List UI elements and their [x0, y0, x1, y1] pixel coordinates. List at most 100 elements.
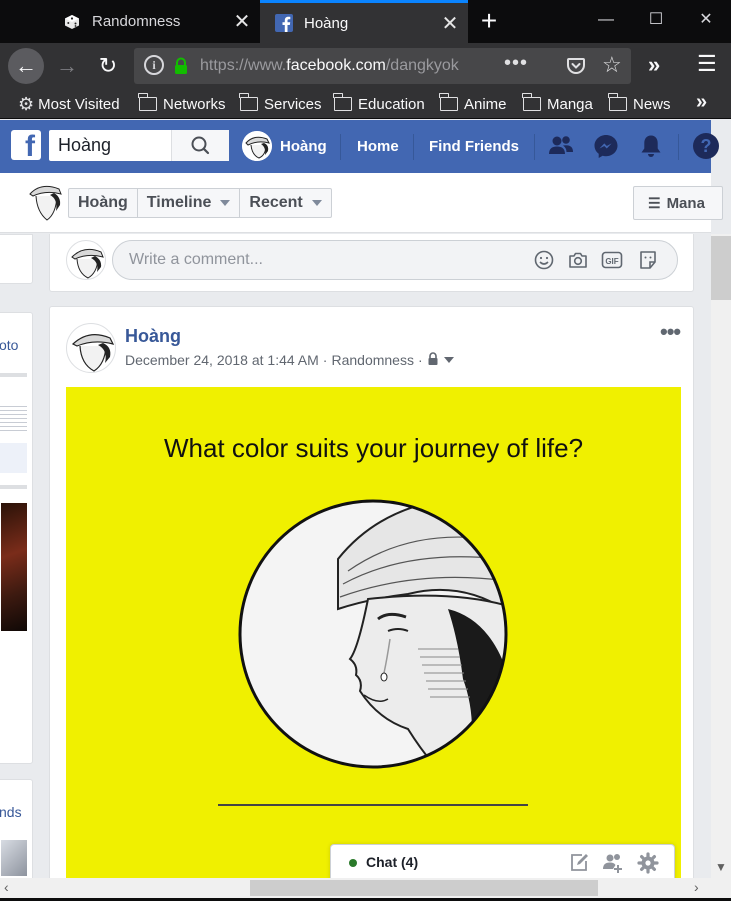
thumbnail[interactable]	[0, 443, 27, 473]
close-tab-icon[interactable]: ✕	[224, 9, 260, 34]
help-icon[interactable]: ?	[693, 133, 719, 159]
url-text[interactable]: https://www.facebook.com/dangkyok	[200, 57, 490, 77]
page-actions-icon[interactable]: •••	[504, 52, 528, 75]
avatar[interactable]	[66, 240, 106, 280]
sidebar-link-fragment[interactable]: oto	[0, 337, 18, 353]
chevron-down-icon	[220, 200, 231, 206]
search-input[interactable]: Hoàng	[58, 135, 111, 156]
bookmark-label: Services	[264, 95, 322, 113]
bookmark-label: Networks	[163, 95, 226, 113]
info-icon[interactable]: i	[144, 55, 164, 75]
chevron-down-icon[interactable]	[443, 357, 454, 363]
image-caption: What color suits your journey of life?	[163, 433, 584, 463]
scrollbar-corner	[711, 878, 731, 898]
window-controls: — ☐ ✕	[581, 0, 731, 43]
tab-title: Randomness	[92, 13, 181, 30]
bookmark-most-visited[interactable]: ⚙ Most Visited	[18, 93, 120, 115]
lock-icon[interactable]	[173, 57, 189, 75]
folder-icon	[522, 93, 541, 111]
photo-thumbnail[interactable]	[1, 840, 27, 876]
friend-requests-icon[interactable]	[548, 133, 574, 164]
bookmark-label: Manga	[547, 95, 593, 113]
avatar[interactable]	[242, 131, 272, 161]
more-options-icon[interactable]: •••	[660, 319, 681, 345]
add-friends-to-chat-icon[interactable]	[602, 852, 624, 874]
timeline-dropdown[interactable]: Timeline	[138, 189, 241, 217]
bookmark-news[interactable]: News	[608, 93, 671, 115]
bookmark-networks[interactable]: Networks	[138, 93, 226, 115]
overflow-menu-icon[interactable]: »	[648, 52, 660, 78]
left-column-card: nds	[0, 779, 33, 878]
find-friends-link[interactable]: Find Friends	[429, 138, 519, 155]
sidebar-link-fragment[interactable]: nds	[0, 804, 22, 820]
bookmark-services[interactable]: Services	[239, 93, 322, 115]
close-tab-icon[interactable]: ✕	[432, 11, 468, 36]
forward-button[interactable]: →	[54, 53, 80, 79]
pocket-icon[interactable]	[566, 56, 586, 76]
left-column-card	[0, 234, 33, 284]
bookmark-label: Anime	[464, 95, 507, 113]
chat-label[interactable]: Chat (4)	[366, 854, 418, 870]
folder-icon	[439, 93, 458, 111]
bookmarks-overflow-icon[interactable]: »	[696, 91, 707, 114]
profile-link[interactable]: Hoàng	[280, 138, 327, 155]
maximize-icon[interactable]: ☐	[631, 0, 681, 43]
comment-composer-card: Write a comment... GIF	[49, 234, 694, 292]
url-domain: facebook.com	[286, 57, 386, 74]
search-button[interactable]	[171, 130, 229, 161]
horizontal-scrollbar-thumb[interactable]	[250, 880, 598, 896]
nav-divider	[413, 134, 414, 160]
bookmark-manga[interactable]: Manga	[522, 93, 593, 115]
bookmark-anime[interactable]: Anime	[439, 93, 507, 115]
search-box[interactable]: Hoàng	[49, 130, 229, 161]
chat-settings-gear-icon[interactable]	[637, 852, 659, 874]
online-status-dot	[349, 859, 357, 867]
post-author[interactable]: Hoàng	[125, 326, 181, 347]
tab-hoang[interactable]: Hoàng ✕	[260, 0, 468, 43]
emoji-icon[interactable]	[533, 249, 555, 271]
back-button[interactable]: ←	[8, 48, 44, 84]
gif-icon[interactable]: GIF	[601, 249, 623, 271]
notifications-icon[interactable]	[638, 133, 664, 164]
sticker-icon[interactable]	[637, 249, 659, 271]
scroll-down-arrow-icon[interactable]: ▼	[711, 857, 731, 877]
bookmark-label: Most Visited	[38, 95, 120, 113]
bookmark-education[interactable]: Education	[333, 93, 425, 115]
divider	[0, 373, 27, 377]
hamburger-menu-icon[interactable]: ☰	[697, 51, 717, 77]
scroll-right-arrow-icon[interactable]: ›	[694, 879, 699, 895]
post-image[interactable]: What color suits your journey of life?	[66, 387, 681, 878]
compose-icon[interactable]	[568, 852, 590, 874]
new-tab-button[interactable]: +	[472, 5, 506, 39]
chat-bar[interactable]: Chat (4)	[330, 844, 675, 880]
vertical-scrollbar[interactable]	[711, 234, 731, 878]
messenger-icon[interactable]	[593, 133, 619, 164]
profile-name-button[interactable]: Hoàng	[69, 189, 138, 217]
recent-dropdown[interactable]: Recent	[240, 189, 330, 217]
home-link[interactable]: Home	[357, 138, 399, 155]
comment-input[interactable]: Write a comment... GIF	[112, 240, 678, 280]
post-timestamp[interactable]: December 24, 2018 at 1:44 AM	[125, 352, 319, 368]
vertical-scrollbar-thumb[interactable]	[711, 236, 731, 300]
post-group[interactable]: Randomness	[331, 352, 414, 368]
url-bar[interactable]: i https://www.facebook.com/dangkyok ••• …	[134, 48, 631, 84]
facebook-logo-icon[interactable]: f	[11, 130, 41, 160]
privacy-lock-icon[interactable]	[427, 352, 439, 368]
avatar[interactable]	[27, 180, 63, 224]
gear-icon: ⚙	[18, 93, 35, 114]
nav-divider	[340, 134, 341, 160]
tab-title: Hoàng	[304, 14, 349, 32]
meta-separator: ·	[322, 352, 328, 368]
manage-posts-button[interactable]: ☰ Mana	[633, 186, 723, 220]
bookmark-star-icon[interactable]: ☆	[602, 52, 622, 78]
reload-button[interactable]: ↻	[94, 52, 122, 80]
avatar[interactable]	[66, 323, 116, 373]
close-window-icon[interactable]: ✕	[681, 0, 731, 43]
tab-randomness[interactable]: Randomness ✕	[48, 0, 260, 43]
camera-icon[interactable]	[567, 249, 589, 271]
bookmark-label: Education	[358, 95, 425, 113]
scroll-left-arrow-icon[interactable]: ‹	[4, 879, 9, 895]
minimize-icon[interactable]: —	[581, 0, 631, 43]
sliders-icon: ☰	[648, 195, 661, 211]
photo-thumbnail[interactable]	[1, 503, 27, 631]
